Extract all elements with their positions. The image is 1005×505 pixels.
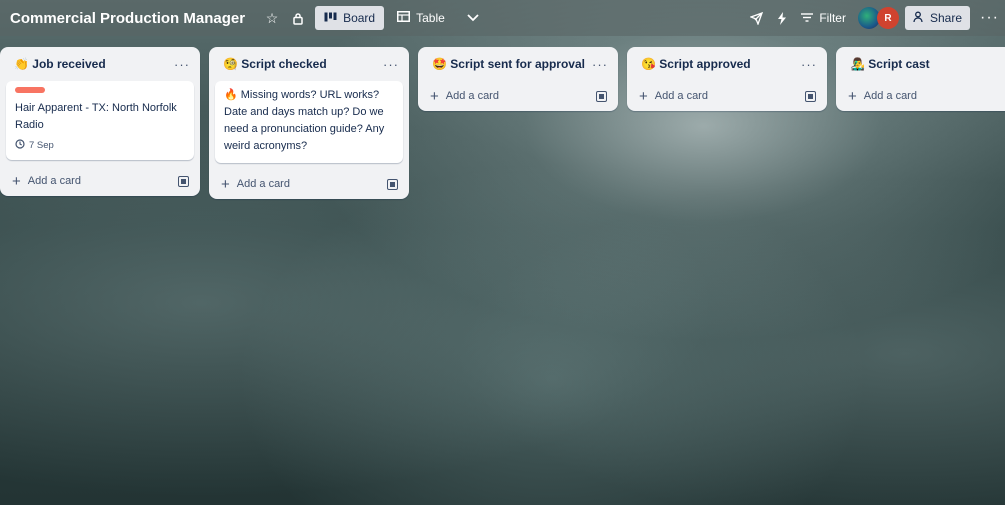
table-view-label: Table (416, 11, 445, 25)
star-icon[interactable]: ☆ (259, 5, 285, 31)
clock-icon (15, 139, 25, 152)
share-button[interactable]: Share (904, 6, 971, 30)
filter-icon (801, 11, 814, 25)
share-label: Share (929, 11, 963, 25)
list-title[interactable]: 🧐 Script checked (223, 57, 327, 71)
list-header[interactable]: 🤩 Script sent for approval ··· (418, 47, 618, 81)
add-card-label: Add a card (863, 90, 917, 102)
board-title[interactable]: Commercial Production Manager (10, 10, 245, 27)
more-options-icon[interactable]: ··· (980, 9, 999, 27)
card-template-icon[interactable] (387, 178, 398, 190)
plus-icon: + (639, 87, 648, 105)
list-job-received: 👏 Job received ··· Hair Apparent - TX: N… (0, 47, 200, 196)
board-view-button[interactable]: Board (315, 6, 385, 30)
board-icon (324, 11, 337, 25)
add-card-label: Add a card (236, 178, 290, 190)
add-card-row: + Add a card (0, 166, 200, 196)
list-script-cast: 👨‍🎤 Script cast + Add a card (836, 47, 1005, 111)
card-label-red[interactable] (15, 87, 45, 93)
filter-label: Filter (819, 11, 846, 25)
lightning-icon[interactable] (769, 5, 795, 31)
table-view-button[interactable]: Table (388, 6, 454, 30)
lock-icon[interactable] (285, 5, 311, 31)
card-title: Hair Apparent - TX: North Norfolk Radio (15, 102, 177, 131)
add-card-button[interactable]: + Add a card (430, 89, 499, 104)
list-menu-icon[interactable]: ··· (174, 57, 190, 72)
add-card-row: + Add a card (209, 169, 409, 199)
list-menu-icon[interactable]: ··· (592, 57, 608, 72)
list-header[interactable]: 🧐 Script checked ··· (209, 47, 409, 81)
filter-button[interactable]: Filter (801, 11, 846, 25)
list-menu-icon[interactable]: ··· (383, 57, 399, 72)
rocket-icon[interactable] (743, 5, 769, 31)
card-template-icon[interactable] (178, 175, 189, 187)
list-title[interactable]: 👨‍🎤 Script cast (850, 57, 930, 71)
list-header[interactable]: 👨‍🎤 Script cast (836, 47, 1005, 81)
card-due-date[interactable]: 7 Sep (15, 139, 185, 152)
list-script-approved: 😘 Script approved ··· + Add a card (627, 47, 827, 111)
add-card-button[interactable]: + Add a card (12, 174, 81, 189)
card-template-icon[interactable] (596, 90, 607, 102)
list-menu-icon[interactable]: ··· (801, 57, 817, 72)
add-card-button[interactable]: + Add a card (639, 89, 708, 104)
table-icon (397, 11, 411, 25)
plus-icon: + (12, 172, 21, 190)
add-card-row: + Add a card (418, 81, 618, 111)
card[interactable]: Hair Apparent - TX: North Norfolk Radio … (6, 81, 194, 160)
list-script-sent-for-approval: 🤩 Script sent for approval ··· + Add a c… (418, 47, 618, 111)
list-title[interactable]: 👏 Job received (14, 57, 106, 71)
card-title: 🔥 Missing words? URL works? Date and day… (224, 89, 385, 152)
add-card-button[interactable]: + Add a card (221, 177, 290, 192)
add-card-label: Add a card (445, 90, 499, 102)
add-card-label: Add a card (654, 90, 708, 102)
chevron-down-icon[interactable] (460, 5, 486, 31)
list-script-checked: 🧐 Script checked ··· 🔥 Missing words? UR… (209, 47, 409, 199)
member-avatar-initial[interactable]: R (876, 7, 899, 29)
card-template-icon[interactable] (805, 90, 816, 102)
add-card-row: + Add a card (627, 81, 827, 111)
list-header[interactable]: 😘 Script approved ··· (627, 47, 827, 81)
plus-icon: + (430, 87, 439, 105)
plus-icon: + (848, 87, 857, 105)
plus-icon: + (221, 175, 230, 193)
list-title[interactable]: 😘 Script approved (641, 57, 751, 71)
card[interactable]: 🔥 Missing words? URL works? Date and day… (215, 81, 403, 163)
add-card-row: + Add a card (836, 81, 1005, 111)
list-title[interactable]: 🤩 Script sent for approval (432, 57, 585, 71)
add-person-icon (913, 11, 925, 26)
due-date-text: 7 Sep (29, 140, 54, 151)
board-header: Commercial Production Manager ☆ Board Ta… (0, 0, 1005, 36)
add-card-button[interactable]: + Add a card (848, 89, 917, 104)
board-view-label: Board (343, 11, 376, 25)
list-header[interactable]: 👏 Job received ··· (0, 47, 200, 81)
add-card-label: Add a card (27, 175, 81, 187)
